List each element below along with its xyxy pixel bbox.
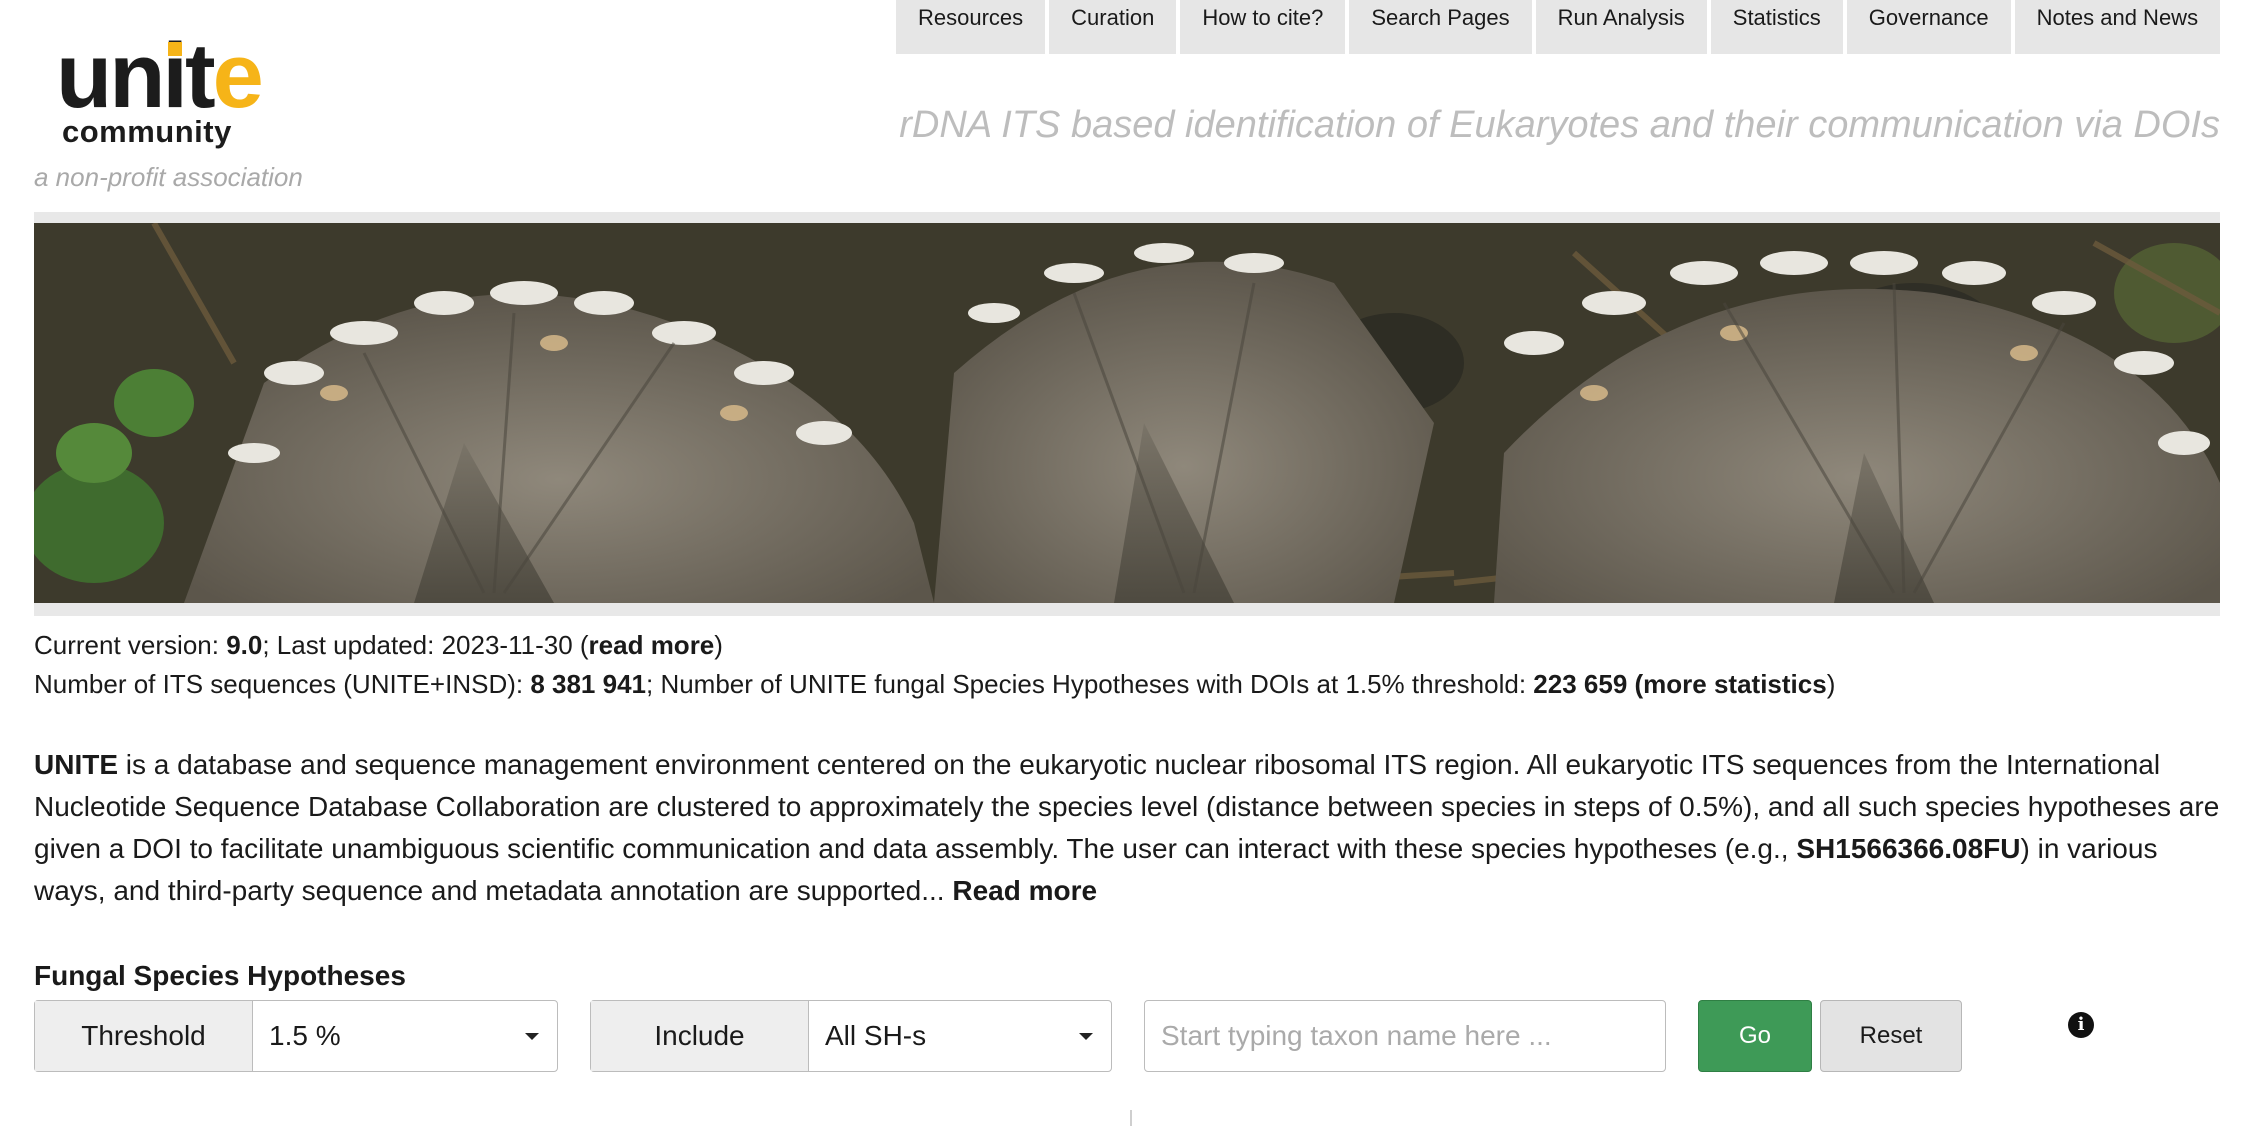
- seq-count-label: Number of ITS sequences (UNITE+INSD):: [34, 669, 531, 699]
- nav-run-analysis[interactable]: Run Analysis: [1535, 0, 1707, 54]
- threshold-label: Threshold: [35, 1001, 253, 1071]
- top-nav: Resources Curation How to cite? Search P…: [896, 0, 2221, 54]
- tagline-nonprofit: a non-profit association: [34, 162, 303, 192]
- banner-image: [34, 223, 2220, 603]
- seq-count: 8 381 941: [530, 669, 646, 699]
- logo-i-dot: [168, 42, 182, 56]
- threshold-value: 1.5 %: [269, 1020, 341, 1051]
- example-sh-code: SH1566366.08FU: [1796, 833, 2021, 864]
- version-label: Current version:: [34, 630, 227, 660]
- divider: [1130, 1110, 1132, 1126]
- paren-close: ): [714, 630, 723, 660]
- nav-statistics[interactable]: Statistics: [1710, 0, 1843, 54]
- site-tagline: rDNA ITS based identification of Eukaryo…: [899, 104, 2220, 146]
- include-group: Include All SH-s: [590, 1000, 1112, 1072]
- version-number: 9.0: [226, 630, 263, 660]
- info-circle-icon[interactable]: i: [2068, 1012, 2094, 1038]
- paren-close: ): [1826, 669, 1836, 699]
- logo-word-accent: e: [212, 25, 264, 127]
- chevron-down-icon: [1079, 1033, 1093, 1040]
- about-paragraph: UNITE is a database and sequence managem…: [34, 744, 2224, 912]
- mushroom-photo: [34, 223, 2220, 603]
- sequence-stats: Number of ITS sequences (UNITE+INSD): 8 …: [34, 669, 1835, 700]
- nav-resources[interactable]: Resources: [896, 0, 1046, 54]
- read-more-version-link[interactable]: read more: [589, 630, 715, 660]
- unite-logo[interactable]: unite community: [56, 30, 296, 150]
- threshold-group: Threshold 1.5 %: [34, 1000, 558, 1072]
- nav-governance[interactable]: Governance: [1846, 0, 2011, 54]
- reset-button[interactable]: Reset: [1820, 1000, 1962, 1072]
- logo-wordmark: unite: [56, 30, 264, 122]
- logo-word-main: unit: [56, 25, 216, 127]
- paren-open: (: [1627, 669, 1644, 699]
- nav-notes-and-news[interactable]: Notes and News: [2014, 0, 2221, 54]
- include-label: Include: [591, 1001, 809, 1071]
- include-select[interactable]: All SH-s: [809, 1001, 1111, 1071]
- sh-count-label: ; Number of UNITE fungal Species Hypothe…: [646, 669, 1534, 699]
- taxon-search-input[interactable]: [1144, 1000, 1666, 1072]
- more-statistics-link[interactable]: more statistics: [1643, 669, 1827, 699]
- go-button[interactable]: Go: [1698, 1000, 1812, 1072]
- last-updated: ; Last updated: 2023-11-30 (: [262, 630, 589, 660]
- include-value: All SH-s: [825, 1020, 927, 1051]
- chevron-down-icon: [525, 1033, 539, 1040]
- unite-name: UNITE: [34, 749, 118, 780]
- sh-count: 223 659: [1533, 669, 1628, 699]
- banner-frame: [34, 212, 2220, 616]
- section-title: Fungal Species Hypotheses: [34, 960, 406, 991]
- read-more-about-link[interactable]: Read more: [952, 875, 1097, 906]
- nav-search-pages[interactable]: Search Pages: [1349, 0, 1532, 54]
- nav-curation[interactable]: Curation: [1049, 0, 1177, 54]
- nav-how-to-cite[interactable]: How to cite?: [1180, 0, 1346, 54]
- version-info: Current version: 9.0; Last updated: 2023…: [34, 630, 723, 661]
- logo-community: community: [62, 114, 232, 149]
- threshold-select[interactable]: 1.5 %: [253, 1001, 557, 1071]
